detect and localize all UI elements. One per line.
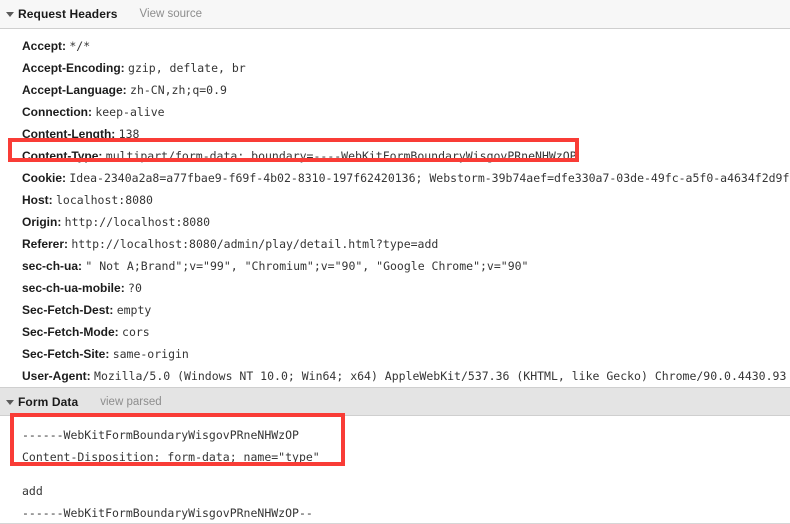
header-value: http://localhost:8080/admin/play/detail.… — [71, 237, 439, 251]
header-name: Content-Type: — [22, 149, 106, 163]
request-headers-list: Accept: */* Accept-Encoding: gzip, defla… — [0, 29, 790, 387]
header-name: Accept-Encoding: — [22, 61, 129, 75]
header-row-user-agent[interactable]: User-Agent: Mozilla/5.0 (Windows NT 10.0… — [0, 365, 790, 387]
header-name: User-Agent: — [22, 369, 95, 383]
header-row-sec-fetch-mode[interactable]: Sec-Fetch-Mode: cors — [0, 321, 790, 343]
header-value: Mozilla/5.0 (Windows NT 10.0; Win64; x64… — [94, 369, 790, 383]
form-data-line: ------WebKitFormBoundaryWisgovPRneNHWzOP — [22, 428, 299, 442]
header-name: Referer: — [22, 237, 72, 251]
header-value: http://localhost:8080 — [64, 215, 211, 229]
header-row-sec-ch-ua[interactable]: sec-ch-ua: " Not A;Brand";v="99", "Chrom… — [0, 255, 790, 277]
header-name: sec-ch-ua-mobile: — [22, 281, 129, 295]
triangle-down-icon[interactable] — [4, 396, 16, 408]
view-parsed-link[interactable]: view parsed — [100, 396, 161, 408]
header-row-accept[interactable]: Accept: */* — [0, 35, 790, 57]
form-data-body: ------WebKitFormBoundaryWisgovPRneNHWzOP… — [0, 416, 790, 524]
view-source-link[interactable]: View source — [140, 8, 202, 20]
header-name: Sec-Fetch-Mode: — [22, 325, 123, 339]
header-value: ?0 — [128, 281, 142, 295]
header-row-accept-language[interactable]: Accept-Language: zh-CN,zh;q=0.9 — [0, 79, 790, 101]
header-name: Accept: — [22, 39, 70, 53]
header-name: Origin: — [22, 215, 65, 229]
triangle-down-icon[interactable] — [4, 8, 16, 20]
request-headers-title: Request Headers — [18, 7, 118, 21]
header-name: Sec-Fetch-Dest: — [22, 303, 117, 317]
form-data-line: ------WebKitFormBoundaryWisgovPRneNHWzOP… — [22, 506, 313, 520]
header-value: gzip, deflate, br — [128, 61, 246, 75]
header-row-connection[interactable]: Connection: keep-alive — [0, 101, 790, 123]
form-data-blank-line — [0, 468, 790, 480]
header-name: Sec-Fetch-Site: — [22, 347, 113, 361]
form-data-title: Form Data — [18, 394, 79, 409]
header-row-content-length[interactable]: Content-Length: 138 — [0, 123, 790, 145]
header-name: Accept-Language: — [22, 83, 131, 97]
header-value: empty — [116, 303, 152, 317]
form-data-line: add — [22, 484, 43, 498]
form-data-section-header[interactable]: Form Data view parsed — [0, 387, 790, 416]
header-value: " Not A;Brand";v="99", "Chromium";v="90"… — [85, 259, 529, 273]
header-name: sec-ch-ua: — [22, 259, 86, 273]
header-row-referer[interactable]: Referer: http://localhost:8080/admin/pla… — [0, 233, 790, 255]
header-row-accept-encoding[interactable]: Accept-Encoding: gzip, deflate, br — [0, 57, 790, 79]
header-value: 138 — [118, 127, 140, 141]
header-name: Content-Length: — [22, 127, 119, 141]
form-data-line: Content-Disposition: form-data; name="ty… — [22, 450, 320, 464]
header-name: Connection: — [22, 105, 96, 119]
header-value: multipart/form-data; boundary=----WebKit… — [105, 149, 577, 163]
header-row-sec-ch-ua-mobile[interactable]: sec-ch-ua-mobile: ?0 — [0, 277, 790, 299]
header-value: localhost:8080 — [56, 193, 153, 207]
header-value: keep-alive — [95, 105, 165, 119]
header-value: */* — [69, 39, 91, 53]
header-value: zh-CN,zh;q=0.9 — [130, 83, 227, 97]
network-request-details-panel: Request Headers View source Accept: */* … — [0, 0, 790, 524]
header-row-host[interactable]: Host: localhost:8080 — [0, 189, 790, 211]
header-row-sec-fetch-dest[interactable]: Sec-Fetch-Dest: empty — [0, 299, 790, 321]
header-name: Host: — [22, 193, 56, 207]
header-row-sec-fetch-site[interactable]: Sec-Fetch-Site: same-origin — [0, 343, 790, 365]
header-row-cookie[interactable]: Cookie: Idea-2340a2a8=a77fbae9-f69f-4b02… — [0, 167, 790, 189]
header-name: Cookie: — [22, 171, 70, 185]
request-headers-section-header[interactable]: Request Headers View source — [0, 0, 790, 29]
header-row-content-type[interactable]: Content-Type: multipart/form-data; bound… — [0, 145, 790, 167]
header-value: same-origin — [112, 347, 189, 361]
header-value: Idea-2340a2a8=a77fbae9-f69f-4b02-8310-19… — [69, 171, 790, 185]
header-row-origin[interactable]: Origin: http://localhost:8080 — [0, 211, 790, 233]
header-value: cors — [122, 325, 150, 339]
